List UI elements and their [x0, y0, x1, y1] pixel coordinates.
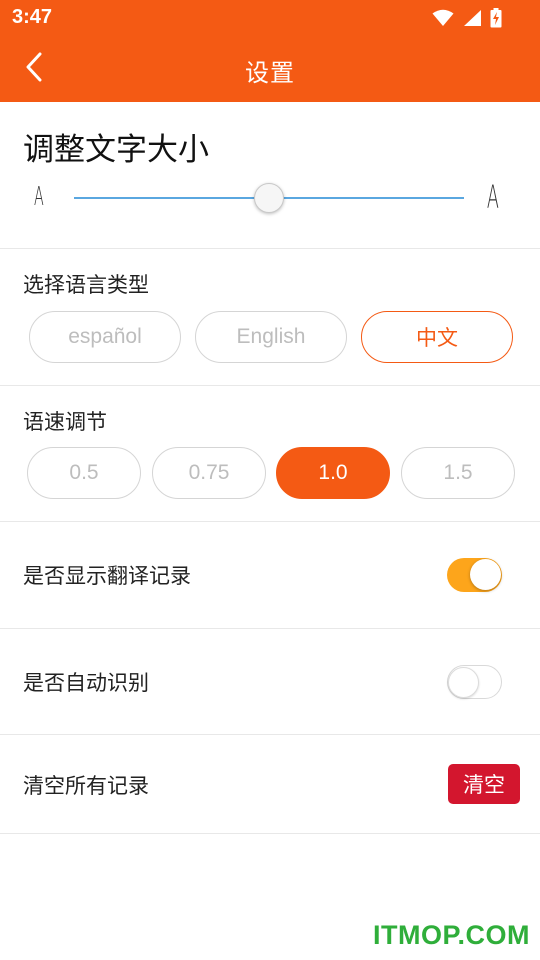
- auto-detect-label: 是否自动识别: [23, 671, 149, 695]
- clear-button[interactable]: 清空: [448, 764, 520, 804]
- app-bar: 设置: [0, 36, 540, 102]
- toggle-knob: [470, 559, 501, 590]
- speed-option-1-5[interactable]: 1.5: [401, 447, 515, 499]
- show-history-label: 是否显示翻译记录: [23, 564, 191, 588]
- speed-option-0-75[interactable]: 0.75: [152, 447, 266, 499]
- language-option-chinese[interactable]: 中文: [361, 311, 513, 363]
- status-icons: [432, 6, 502, 30]
- speed-option-1-0[interactable]: 1.0: [276, 447, 390, 499]
- clear-records-row: 清空所有记录 清空: [0, 735, 540, 834]
- small-font-glyph: A: [34, 182, 44, 212]
- language-section: 选择语言类型 español English 中文: [0, 249, 540, 386]
- speech-speed-section: 语速调节 0.5 0.75 1.0 1.5: [0, 386, 540, 522]
- auto-detect-row: 是否自动识别: [0, 629, 540, 735]
- speech-speed-label: 语速调节: [23, 410, 107, 434]
- font-size-title: 调整文字大小: [23, 132, 209, 168]
- font-size-slider-thumb[interactable]: [254, 183, 284, 213]
- wifi-icon: [432, 9, 454, 27]
- watermark: ITMOP.COM: [372, 920, 530, 950]
- cell-signal-icon: [462, 9, 482, 27]
- page-title: 设置: [245, 59, 295, 87]
- clear-records-label: 清空所有记录: [23, 774, 149, 798]
- auto-detect-toggle[interactable]: [447, 665, 502, 699]
- font-size-section: 调整文字大小 A A: [0, 102, 540, 249]
- language-option-spanish[interactable]: español: [29, 311, 181, 363]
- show-history-row: 是否显示翻译记录: [0, 522, 540, 629]
- battery-charging-icon: [490, 8, 502, 28]
- show-history-toggle[interactable]: [447, 558, 502, 592]
- speed-option-0-5[interactable]: 0.5: [27, 447, 141, 499]
- status-bar: 3:47: [0, 0, 540, 36]
- toggle-knob: [448, 667, 479, 698]
- status-time: 3:47: [12, 6, 53, 28]
- large-font-glyph: A: [486, 178, 499, 216]
- language-option-english[interactable]: English: [195, 311, 347, 363]
- language-label: 选择语言类型: [23, 273, 149, 297]
